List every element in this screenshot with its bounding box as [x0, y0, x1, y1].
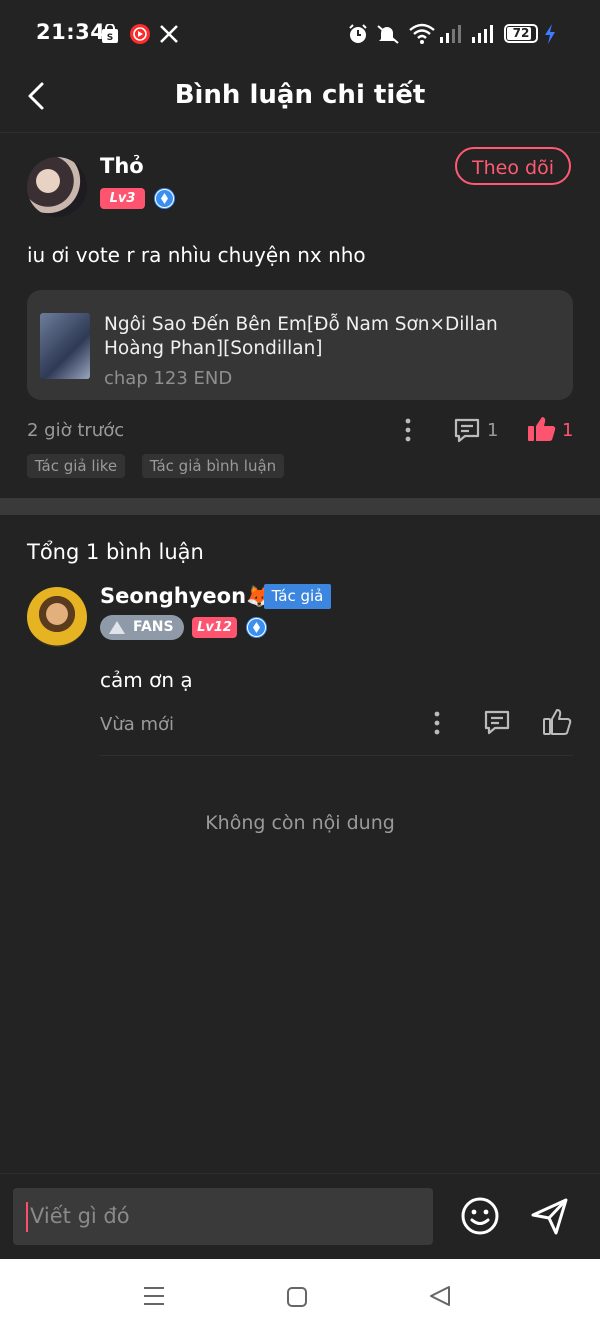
end-of-content-label: Không còn nội dung — [205, 812, 395, 834]
battery-level: 72 — [512, 26, 530, 40]
fans-badge: FANS — [100, 615, 184, 640]
total-comments-label: Tổng 1 bình luận — [27, 540, 204, 564]
reply-avatar[interactable] — [27, 587, 87, 647]
comment-icon[interactable] — [453, 417, 481, 449]
level-badge: Lv3 — [100, 188, 145, 209]
signal-icon-1 — [439, 24, 463, 48]
story-title: Ngôi Sao Đến Bên Em[Đỗ Nam Sơn×Dillan Ho… — [104, 314, 498, 359]
x-app-icon — [159, 24, 179, 48]
reply-more-options-icon[interactable] — [427, 710, 447, 740]
comment-input-placeholder: Viết gì đó — [30, 1204, 130, 1228]
charging-icon — [543, 24, 557, 48]
home-icon[interactable] — [285, 1285, 309, 1313]
reply-comment-icon[interactable] — [483, 709, 511, 741]
mute-icon — [375, 23, 401, 49]
story-chapter: chap 123 END — [104, 368, 233, 389]
battery-icon: 72 — [504, 24, 538, 43]
fans-label: FANS — [133, 619, 174, 635]
svg-text:S: S — [107, 33, 113, 43]
reply-diamond-badge-icon — [246, 617, 267, 638]
post-time: 2 giờ trước — [27, 420, 125, 441]
status-time: 21:34 — [36, 20, 106, 44]
wifi-icon — [409, 23, 435, 49]
reply-time: Vừa mới — [100, 714, 175, 735]
emoji-icon[interactable] — [459, 1195, 501, 1241]
reply-separator — [100, 755, 573, 756]
alarm-icon — [347, 23, 369, 49]
send-icon[interactable] — [529, 1195, 571, 1241]
reply-like-icon[interactable] — [542, 707, 572, 741]
text-caret — [26, 1202, 28, 1232]
post-content: iu ơi vote r ra nhìu chuyện nx nho — [27, 243, 366, 267]
author-badge: Tác giả — [264, 584, 331, 609]
like-count: 1 — [562, 420, 574, 441]
diamond-badge-icon — [154, 188, 175, 209]
shopping-bag-icon: S — [101, 23, 119, 48]
avatar[interactable] — [27, 157, 87, 217]
tag-author-comment: Tác giả bình luận — [142, 454, 284, 478]
reply-content: cảm ơn ạ — [100, 668, 193, 692]
back-nav-icon[interactable] — [427, 1284, 453, 1312]
signal-icon-2 — [471, 24, 495, 48]
more-options-icon[interactable] — [398, 417, 418, 447]
comment-count: 1 — [487, 420, 499, 441]
reply-level-badge: Lv12 — [192, 617, 237, 638]
follow-button[interactable]: Theo dõi — [455, 147, 571, 185]
recent-apps-icon[interactable] — [142, 1285, 166, 1311]
youtube-music-icon — [129, 23, 151, 49]
fans-triangle-icon — [109, 621, 125, 634]
reply-username[interactable]: Seonghyeon🦊 — [100, 584, 272, 609]
post-username[interactable]: Thỏ — [100, 154, 144, 178]
like-filled-icon[interactable] — [527, 415, 557, 447]
page-title: Bình luận chi tiết — [174, 80, 426, 110]
section-divider — [0, 498, 600, 515]
tag-author-like: Tác giả like — [27, 454, 125, 478]
story-cover — [40, 313, 90, 379]
